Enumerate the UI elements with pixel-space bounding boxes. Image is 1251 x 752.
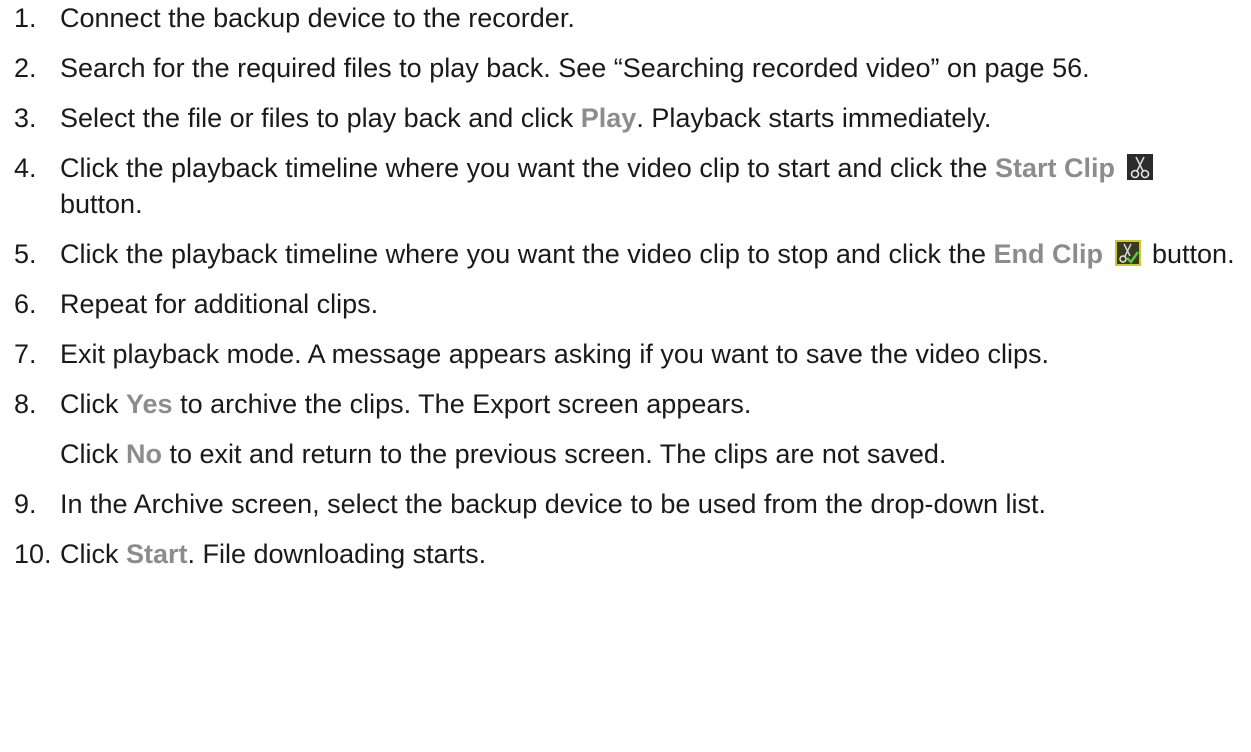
note-text-post: to exit and return to the previous scree… [162, 439, 947, 469]
step-text-pre: Click the playback timeline where you wa… [60, 153, 995, 183]
scissors-check-icon [1114, 240, 1141, 266]
step-number: 8. [14, 389, 37, 419]
step-2: 2. Search for the required files to play… [14, 50, 1244, 86]
keyword-no: No [126, 439, 162, 469]
step-text: Select the file or files to play back an… [60, 100, 1244, 136]
step-text-pre: Select the file or files to play back an… [60, 103, 581, 133]
step-text-pre: Click [60, 389, 126, 419]
step-number: 6. [14, 289, 37, 319]
step-text: Search for the required files to play ba… [60, 53, 1090, 83]
scissors-icon [1126, 154, 1153, 180]
step-text-post: . File downloading starts. [187, 539, 487, 569]
step-text: Click Yes to archive the clips. The Expo… [60, 386, 1244, 472]
keyword-end-clip: End Clip [993, 239, 1103, 269]
step-8: 8. Click Yes to archive the clips. The E… [14, 386, 1244, 472]
step-number: 7. [14, 339, 37, 369]
step-text: In the Archive screen, select the backup… [60, 489, 1047, 519]
step-text-post: . Playback starts immediately. [636, 103, 992, 133]
step-number: 1. [14, 3, 37, 33]
step-text: Connect the backup device to the recorde… [60, 3, 575, 33]
step-text-pre: Click the playback timeline where you wa… [60, 239, 994, 269]
step-5: 5. Click the playback timeline where you… [14, 236, 1244, 272]
step-text: Click the playback timeline where you wa… [60, 150, 1244, 222]
step-number: 9. [14, 489, 37, 519]
step-text-pre: Click [60, 539, 126, 569]
step-3: 3. Select the file or files to play back… [14, 100, 1244, 136]
keyword-start-clip: Start Clip [994, 153, 1115, 183]
step-text: Click the playback timeline where you wa… [60, 236, 1244, 272]
step-number: 2. [14, 53, 37, 83]
step-8-note: Click No to exit and return to the previ… [60, 436, 1244, 472]
step-number: 5. [14, 239, 37, 269]
step-number: 4. [14, 153, 37, 183]
step-1: 1. Connect the backup device to the reco… [14, 0, 1244, 36]
step-text: Exit playback mode. A message appears as… [60, 339, 1050, 369]
step-text-post: to archive the clips. The Export screen … [172, 389, 752, 419]
step-number: 3. [14, 103, 37, 133]
step-10: 10. Click Start. File downloading starts… [14, 536, 1244, 572]
step-6: 6. Repeat for additional clips. [14, 286, 1244, 322]
step-text: Click Start. File downloading starts. [60, 536, 1244, 572]
step-9: 9. In the Archive screen, select the bac… [14, 486, 1244, 522]
step-4: 4. Click the playback timeline where you… [14, 150, 1244, 222]
step-number: 10. [14, 539, 52, 569]
step-text-post: button. [60, 189, 143, 219]
keyword-yes: Yes [126, 389, 173, 419]
step-text-post: button. [1144, 239, 1235, 269]
step-7: 7. Exit playback mode. A message appears… [14, 336, 1244, 372]
keyword-play: Play [580, 103, 637, 133]
instruction-list: 1. Connect the backup device to the reco… [14, 0, 1244, 586]
note-text-pre: Click [60, 439, 126, 469]
keyword-start: Start [126, 539, 188, 569]
step-text: Repeat for additional clips. [60, 289, 379, 319]
